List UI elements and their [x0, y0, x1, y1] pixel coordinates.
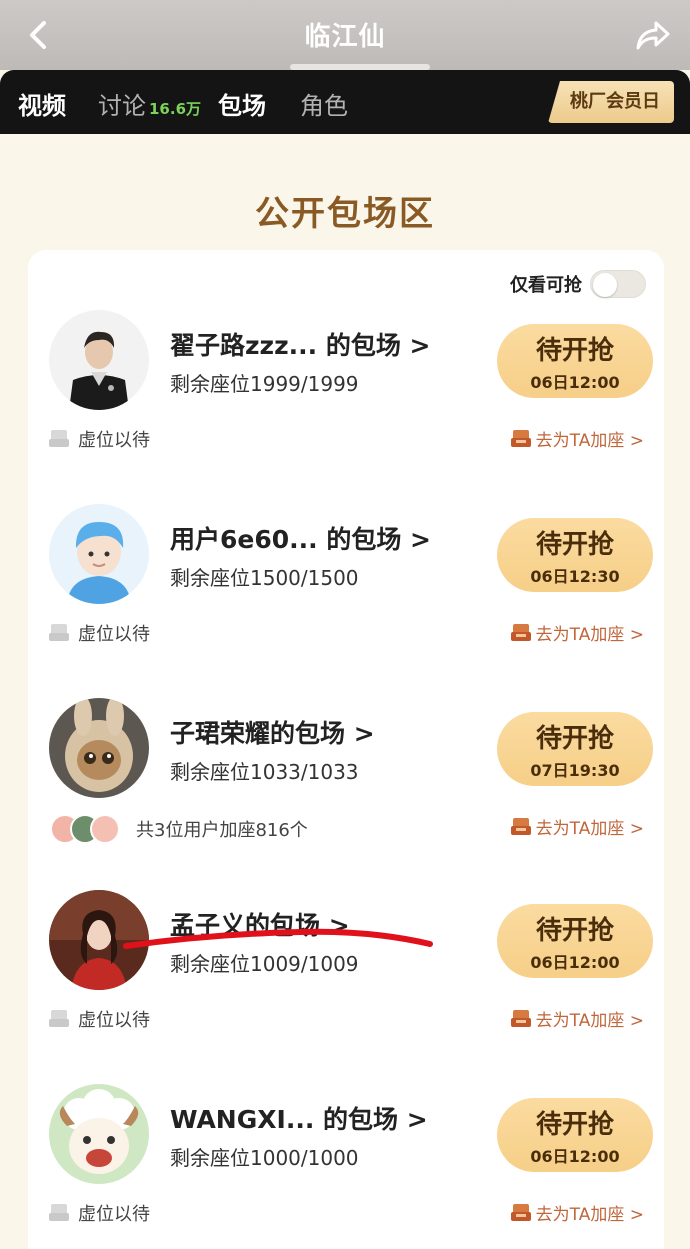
grab-button[interactable]: 待开抢 06日12:30: [497, 518, 653, 592]
seat-status-row: 共3位用户加座816个: [50, 814, 308, 844]
remaining-seats: 剩余座位1009/1009: [170, 952, 359, 976]
screening-item[interactable]: 翟子路zzz... 的包场 > 剩余座位1999/1999 待开抢 06日12:…: [0, 310, 690, 500]
remaining-seats: 剩余座位1000/1000: [170, 1146, 359, 1170]
filter-available-only: 仅看可抢: [510, 270, 646, 298]
grab-status: 待开抢: [535, 336, 614, 366]
tab-video[interactable]: 视频: [18, 86, 66, 121]
seat-status-row: 虚位以待: [48, 1200, 150, 1226]
screening-item[interactable]: 子珺荣耀的包场 > 剩余座位1033/1033 待开抢 07日19:30 共3位…: [0, 698, 690, 888]
tab-screening[interactable]: 包场: [218, 86, 266, 121]
page-title: 临江仙: [304, 22, 386, 52]
tab-screening-label: 包场: [218, 92, 266, 120]
share-icon[interactable]: [634, 16, 672, 54]
seat-status-text: 虚位以待: [78, 1010, 150, 1031]
seat-status-text: 共3位用户加座816个: [136, 820, 308, 841]
tab-discussion-label: 讨论: [98, 92, 146, 120]
add-seat-link[interactable]: 去为TA加座 >: [510, 1006, 644, 1031]
tab-discussion[interactable]: 讨论 16.6万: [98, 86, 201, 121]
add-seat-link[interactable]: 去为TA加座 >: [510, 814, 644, 839]
tab-characters-label: 角色: [300, 92, 348, 120]
seat-status-text: 虚位以待: [78, 624, 150, 645]
grab-time: 06日12:30: [530, 567, 620, 586]
sofa-icon: [510, 1203, 531, 1221]
add-seat-link[interactable]: 去为TA加座 >: [510, 1200, 644, 1225]
screening-name[interactable]: 用户6e60... 的包场 >: [170, 520, 431, 556]
avatar: [49, 504, 149, 604]
seat-status-row: 虚位以待: [48, 620, 150, 646]
remaining-seats: 剩余座位1033/1033: [170, 760, 359, 784]
screening-name[interactable]: 翟子路zzz... 的包场 >: [170, 326, 431, 362]
sofa-icon: [510, 817, 531, 835]
grab-button[interactable]: 待开抢 06日12:00: [497, 1098, 653, 1172]
grab-status: 待开抢: [535, 916, 614, 946]
grab-status: 待开抢: [535, 1110, 614, 1140]
remaining-seats: 剩余座位1999/1999: [170, 372, 359, 396]
add-seat-text: 去为TA加座 >: [535, 431, 644, 451]
grab-time: 06日12:00: [530, 1147, 620, 1166]
screening-name[interactable]: WANGXI... 的包场 >: [170, 1100, 428, 1136]
seat-icon: [49, 1010, 69, 1027]
tab-bar: 视频 讨论 16.6万 包场 角色 桃厂会员日: [0, 70, 690, 134]
avatar: [49, 310, 149, 410]
section-title: 公开包场区: [255, 194, 435, 234]
add-seat-text: 去为TA加座 >: [535, 1205, 644, 1225]
seat-status-row: 虚位以待: [48, 426, 150, 452]
add-seat-text: 去为TA加座 >: [535, 819, 644, 839]
seat-icon: [49, 1204, 69, 1221]
avatar: [49, 1084, 149, 1184]
remaining-seats: 剩余座位1500/1500: [170, 566, 359, 590]
sofa-icon: [510, 429, 531, 447]
screening-item[interactable]: 孟子义的包场 > 剩余座位1009/1009 待开抢 06日12:00 虚位以待…: [0, 890, 690, 1080]
tab-video-label: 视频: [18, 92, 66, 120]
seat-status-text: 虚位以待: [78, 430, 150, 451]
add-seat-text: 去为TA加座 >: [535, 1011, 644, 1031]
grab-time: 07日19:30: [530, 761, 620, 780]
tab-characters[interactable]: 角色: [300, 86, 348, 121]
avatar: [90, 814, 120, 844]
sofa-icon: [510, 1009, 531, 1027]
add-seat-link[interactable]: 去为TA加座 >: [510, 620, 644, 645]
grab-time: 06日12:00: [530, 373, 620, 392]
toggle-knob: [593, 273, 617, 297]
seat-status-text: 虚位以待: [78, 1204, 150, 1225]
screening-name[interactable]: 孟子义的包场 >: [170, 906, 350, 942]
sofa-icon: [510, 623, 531, 641]
seat-icon: [49, 430, 69, 447]
add-seat-text: 去为TA加座 >: [535, 625, 644, 645]
grab-button[interactable]: 待开抢 07日19:30: [497, 712, 653, 786]
seat-status-row: 虚位以待: [48, 1006, 150, 1032]
add-seat-link[interactable]: 去为TA加座 >: [510, 426, 644, 451]
avatar: [49, 698, 149, 798]
filter-label: 仅看可抢: [510, 275, 582, 296]
tab-discussion-count: 16.6万: [149, 100, 202, 118]
grab-button[interactable]: 待开抢 06日12:00: [497, 904, 653, 978]
avatar: [49, 890, 149, 990]
seat-icon: [49, 624, 69, 641]
screening-item[interactable]: 用户6e60... 的包场 > 剩余座位1500/1500 待开抢 06日12:…: [0, 504, 690, 694]
grab-button[interactable]: 待开抢 06日12:00: [497, 324, 653, 398]
screening-name[interactable]: 子珺荣耀的包场 >: [170, 714, 375, 750]
grab-status: 待开抢: [535, 530, 614, 560]
filter-toggle[interactable]: [590, 270, 646, 298]
supporter-avatars: [50, 814, 120, 844]
member-day-button[interactable]: 桃厂会员日: [548, 81, 674, 123]
screening-item[interactable]: WANGXI... 的包场 > 剩余座位1000/1000 待开抢 06日12:…: [0, 1084, 690, 1249]
grab-status: 待开抢: [535, 724, 614, 754]
grab-time: 06日12:00: [530, 953, 620, 972]
top-bar: 临江仙: [0, 0, 690, 70]
